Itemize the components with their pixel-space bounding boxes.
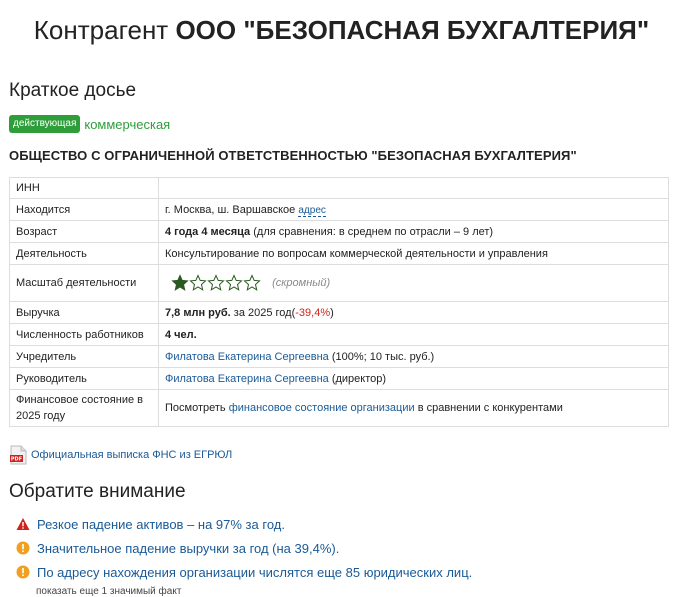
star-empty-icon [225,274,243,291]
star-empty-icon [207,274,225,291]
table-row-location: Находится г. Москва, ш. Варшавское адрес [9,198,669,221]
founder-cell: Филатова Екатерина Сергеевна (100%; 10 т… [158,345,669,368]
dossier-heading: Краткое досье [9,80,137,101]
pdf-icon: PDF [10,445,27,465]
location-label: Находится [9,198,159,221]
founder-link[interactable]: Филатова Екатерина Сергеевна [165,351,329,363]
age-label: Возраст [9,220,159,243]
revenue-label: Выручка [9,301,159,324]
svg-text:PDF: PDF [11,457,22,463]
egrul-link[interactable]: Официальная выписка ФНС из ЕГРЮЛ [31,449,232,461]
finance-prefix: Посмотреть [165,402,226,414]
star-empty-icon [189,274,207,291]
age-value: 4 года 4 месяца [165,225,251,238]
revenue-value: 7,8 млн руб. [165,306,231,319]
revenue-period: за 2025 год [233,306,292,319]
attention-item: Значительное падение выручки за год (на … [16,536,472,560]
attention-item-link[interactable]: Резкое падение активов – на 97% за год. [37,517,285,532]
company-type-label: коммерческая [84,116,171,132]
director-link[interactable]: Филатова Екатерина Сергеевна [165,373,329,385]
attention-item: Резкое падение активов – на 97% за год. [16,512,472,536]
star-filled-icon [171,274,189,291]
table-row-founder: Учредитель Филатова Екатерина Сергеевна … [9,345,669,368]
finance-label: Финансовое состояние в 2025 году [9,389,159,427]
revenue-change: -39,4% [295,306,331,319]
scale-label: Масштаб деятельности [9,264,159,302]
activity-label: Деятельность [9,242,159,265]
star-empty-icon [243,274,261,291]
finance-cell: Посмотреть финансовое состояние организа… [158,389,669,427]
location-value: г. Москва, ш. Варшавское [165,203,296,216]
scale-rating-stars [171,274,261,292]
age-note: (для сравнения: в среднем по отрасли – 9… [253,225,494,238]
company-full-name: ОБЩЕСТВО С ОГРАНИЧЕННОЙ ОТВЕТСТВЕННОСТЬЮ… [9,148,577,163]
employees-value: 4 чел. [165,328,197,341]
inn-label: ИНН [9,177,159,199]
revenue-change-close: ) [330,306,334,319]
warning-triangle-icon [16,517,30,531]
activity-value: Консультирование по вопросам коммерческо… [158,242,669,265]
scale-cell: (скромный) [158,264,669,302]
address-link[interactable]: адрес [298,204,326,217]
table-row-finance: Финансовое состояние в 2025 году Посмотр… [9,389,669,427]
table-row-revenue: Выручка 7,8 млн руб. за 2025 год(-39,4%) [9,301,669,324]
exclamation-circle-icon [16,565,30,579]
status-badges: действующая коммерческая [9,115,170,133]
show-more-link[interactable]: показать еще 1 значимый факт [36,586,181,597]
exclamation-circle-icon [16,541,30,555]
founder-label: Учредитель [9,345,159,368]
location-cell: г. Москва, ш. Варшавское адрес [158,198,669,221]
company-short-name: ООО "БЕЗОПАСНАЯ БУХГАЛТЕРИЯ" [175,15,650,45]
table-row-employees: Численность работников 4 чел. [9,323,669,346]
age-cell: 4 года 4 месяца (для сравнения: в средне… [158,220,669,243]
employees-label: Численность работников [9,323,159,346]
revenue-cell: 7,8 млн руб. за 2025 год(-39,4%) [158,301,669,324]
table-row-director: Руководитель Филатова Екатерина Сергеевн… [9,367,669,390]
attention-item-link[interactable]: Значительное падение выручки за год (на … [37,541,339,556]
director-cell: Филатова Екатерина Сергеевна (директор) [158,367,669,390]
attention-item-link[interactable]: По адресу нахождения организации числятс… [37,565,472,580]
attention-list: Резкое падение активов – на 97% за год. З… [16,512,472,584]
director-label: Руководитель [9,367,159,390]
status-badge: действующая [9,115,81,133]
table-row-inn: ИНН [9,177,669,199]
page-title-prefix: Контрагент [33,15,169,45]
egrul-extract[interactable]: PDF Официальная выписка ФНС из ЕГРЮЛ [10,445,232,465]
attention-item: По адресу нахождения организации числятс… [16,560,472,584]
scale-note: (скромный) [272,276,331,289]
finance-link[interactable]: финансовое состояние организации [229,402,415,414]
table-row-age: Возраст 4 года 4 месяца (для сравнения: … [9,220,669,243]
founder-note: (100%; 10 тыс. руб.) [331,350,435,363]
company-info-table: ИНН Находится г. Москва, ш. Варшавское а… [9,177,669,427]
attention-heading: Обратите внимание [9,481,186,502]
inn-value [158,177,669,199]
finance-suffix: в сравнении с конкурентами [417,402,563,414]
table-row-activity: Деятельность Консультирование по вопроса… [9,242,669,265]
employees-cell: 4 чел. [158,323,669,346]
director-note: (директор) [331,372,387,385]
table-row-scale: Масштаб деятельности (скромный) [9,264,669,302]
page-title: Контрагент ООО "БЕЗОПАСНАЯ БУХГАЛТЕРИЯ" [0,0,683,48]
